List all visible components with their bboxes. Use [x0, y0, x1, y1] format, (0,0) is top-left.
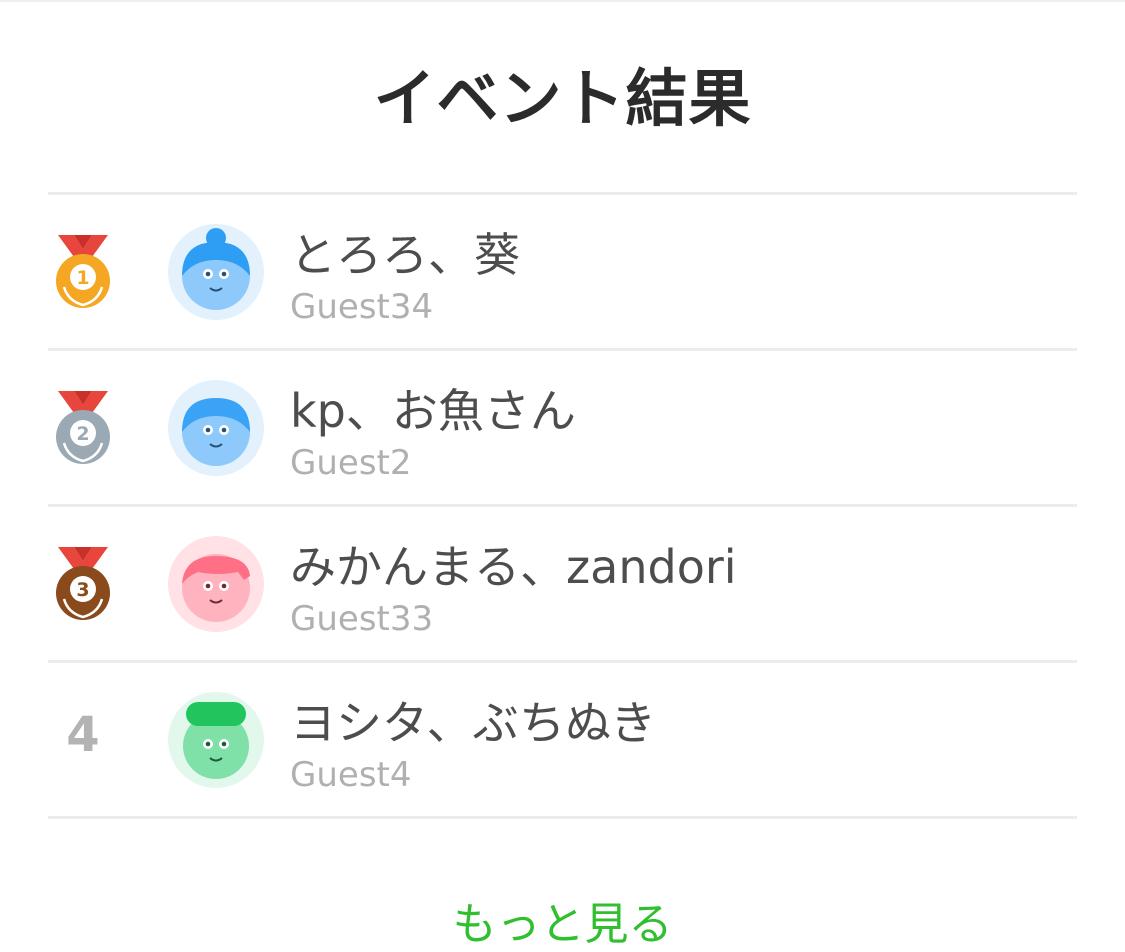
rank-number: 4: [66, 707, 100, 763]
rank-cell: 3: [48, 507, 118, 660]
rank-cell: 4: [48, 663, 118, 816]
green-hat-avatar-icon: [168, 692, 264, 788]
result-row-1[interactable]: 1 とろろ、葵 Guest34: [48, 195, 1077, 348]
blue-bun-avatar-icon: [168, 224, 264, 320]
pink-avatar-icon: [168, 536, 264, 632]
blue-avatar-icon: [168, 380, 264, 476]
divider: [48, 816, 1077, 819]
svg-text:3: 3: [76, 579, 89, 601]
page-title: イベント結果: [373, 62, 752, 135]
player-names: ヨシタ、ぶちぬき: [290, 696, 657, 750]
guest-label: Guest33: [290, 599, 434, 639]
silver-medal-icon: 2: [56, 391, 110, 464]
player-names: とろろ、葵: [290, 228, 520, 282]
results-list: 1 とろろ、葵 Guest34 2 kp、お魚さん Guest2 3 みかんまる…: [48, 192, 1077, 819]
guest-label: Guest34: [290, 287, 434, 327]
svg-text:2: 2: [76, 423, 89, 445]
result-row-2[interactable]: 2 kp、お魚さん Guest2: [48, 351, 1077, 504]
rank-cell: 1: [48, 195, 118, 348]
see-more-link[interactable]: もっと見る: [0, 888, 1125, 952]
gold-medal-icon: 1: [56, 235, 110, 308]
bronze-medal-icon: 3: [56, 547, 110, 620]
player-names: みかんまる、zandori: [290, 540, 737, 594]
guest-label: Guest2: [290, 443, 412, 483]
top-divider: [0, 0, 1125, 2]
player-names: kp、お魚さん: [290, 384, 576, 438]
result-row-4[interactable]: 4 ヨシタ、ぶちぬき Guest4: [48, 663, 1077, 816]
guest-label: Guest4: [290, 755, 412, 795]
result-row-3[interactable]: 3 みかんまる、zandori Guest33: [48, 507, 1077, 660]
svg-text:1: 1: [76, 267, 89, 289]
rank-cell: 2: [48, 351, 118, 504]
